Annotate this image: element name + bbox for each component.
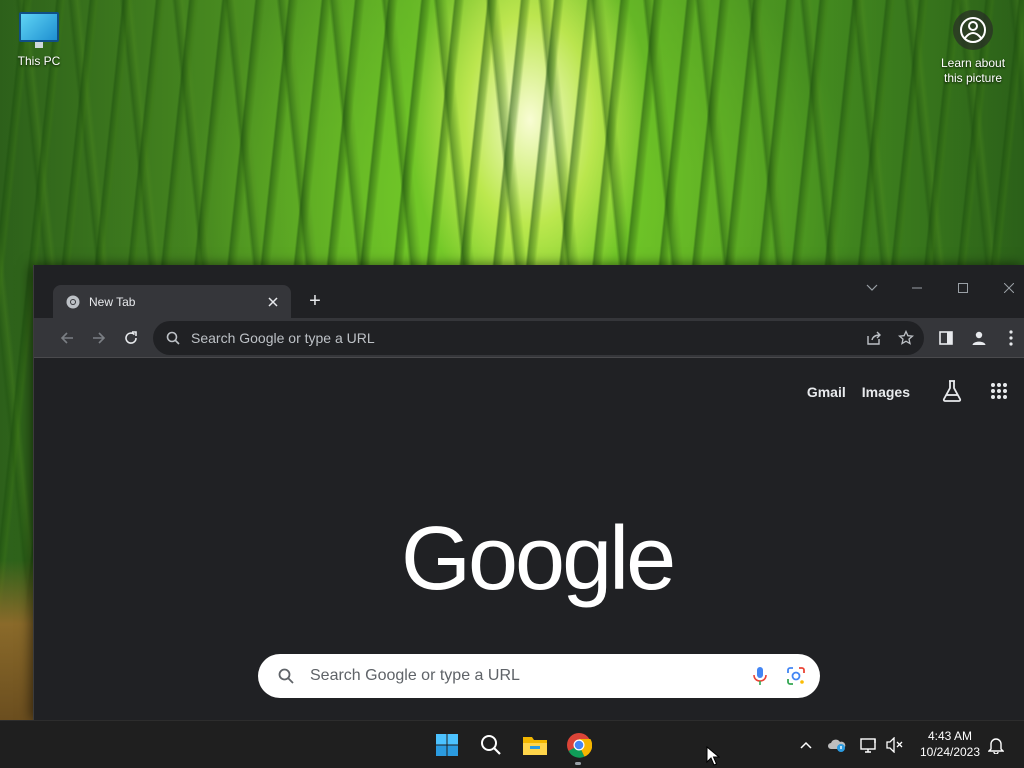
windows-start-icon[interactable] (431, 729, 463, 761)
search-icon (276, 666, 296, 686)
clock-time: 4:43 AM (927, 729, 973, 743)
running-indicator (575, 762, 581, 765)
taskbar: 4:43 AM 10/24/2023 (0, 720, 1024, 768)
back-icon[interactable] (55, 326, 79, 350)
share-icon[interactable] (862, 326, 886, 350)
tab-title: New Tab (89, 294, 136, 309)
chrome-icon[interactable] (563, 729, 595, 761)
tab-new-tab[interactable]: New Tab (53, 285, 291, 318)
apps-grid-icon[interactable] (990, 382, 1008, 403)
images-link[interactable]: Images (862, 384, 910, 400)
desktop-icon-this-pc[interactable]: This PC (8, 8, 70, 68)
taskbar-search-icon[interactable] (475, 729, 507, 761)
learn-about-picture[interactable]: Learn about this picture (938, 10, 1008, 86)
monitor-icon (19, 12, 59, 48)
profile-icon[interactable] (967, 326, 991, 350)
ntp-search-placeholder: Search Google or type a URL (310, 667, 520, 684)
google-logo: Google (401, 509, 676, 609)
chevron-up-icon[interactable] (796, 735, 816, 755)
onedrive-icon[interactable] (827, 735, 847, 755)
volume-mute-icon[interactable] (885, 735, 905, 755)
chrome-icon (65, 294, 81, 310)
notification-icon[interactable] (986, 735, 1006, 755)
tab-close-icon[interactable] (263, 292, 283, 312)
google-lens-icon[interactable] (784, 664, 808, 688)
search-icon (165, 330, 181, 346)
forward-icon[interactable] (87, 326, 111, 350)
mouse-cursor-icon (706, 746, 720, 766)
gmail-link[interactable]: Gmail (807, 384, 846, 400)
network-icon[interactable] (859, 735, 879, 755)
address-bar[interactable]: Search Google or type a URL (153, 321, 924, 355)
sidepanel-icon[interactable] (934, 326, 958, 350)
voice-search-icon[interactable] (748, 664, 772, 688)
star-icon[interactable] (894, 326, 918, 350)
tab-search-icon[interactable] (849, 275, 895, 301)
reload-icon[interactable] (119, 326, 143, 350)
file-explorer-icon[interactable] (519, 729, 551, 761)
menu-icon[interactable] (999, 326, 1023, 350)
labs-icon[interactable] (942, 379, 962, 405)
learn-label-line2: this picture (943, 71, 1003, 85)
window-close-icon[interactable] (986, 275, 1024, 301)
ntp-top-links: Gmail Images (807, 377, 1024, 407)
new-tab-page: Gmail Images Google Search Google or typ… (34, 359, 1024, 720)
ntp-search-box[interactable]: Search Google or type a URL (258, 654, 820, 698)
clock-date: 10/24/2023 (919, 745, 981, 759)
system-clock[interactable]: 4:43 AM 10/24/2023 (912, 728, 988, 760)
new-tab-button[interactable]: + (303, 289, 327, 313)
address-bar-placeholder: Search Google or type a URL (191, 330, 375, 346)
desktop-icon-label: This PC (17, 54, 61, 68)
browser-toolbar: Search Google or type a URL (34, 318, 1024, 358)
minimize-icon[interactable] (894, 275, 940, 301)
camera-icon (953, 10, 993, 50)
maximize-icon[interactable] (940, 275, 986, 301)
learn-label-line1: Learn about (940, 56, 1006, 70)
chrome-window: New Tab + Search Google or type a URL Gm… (33, 265, 1024, 720)
